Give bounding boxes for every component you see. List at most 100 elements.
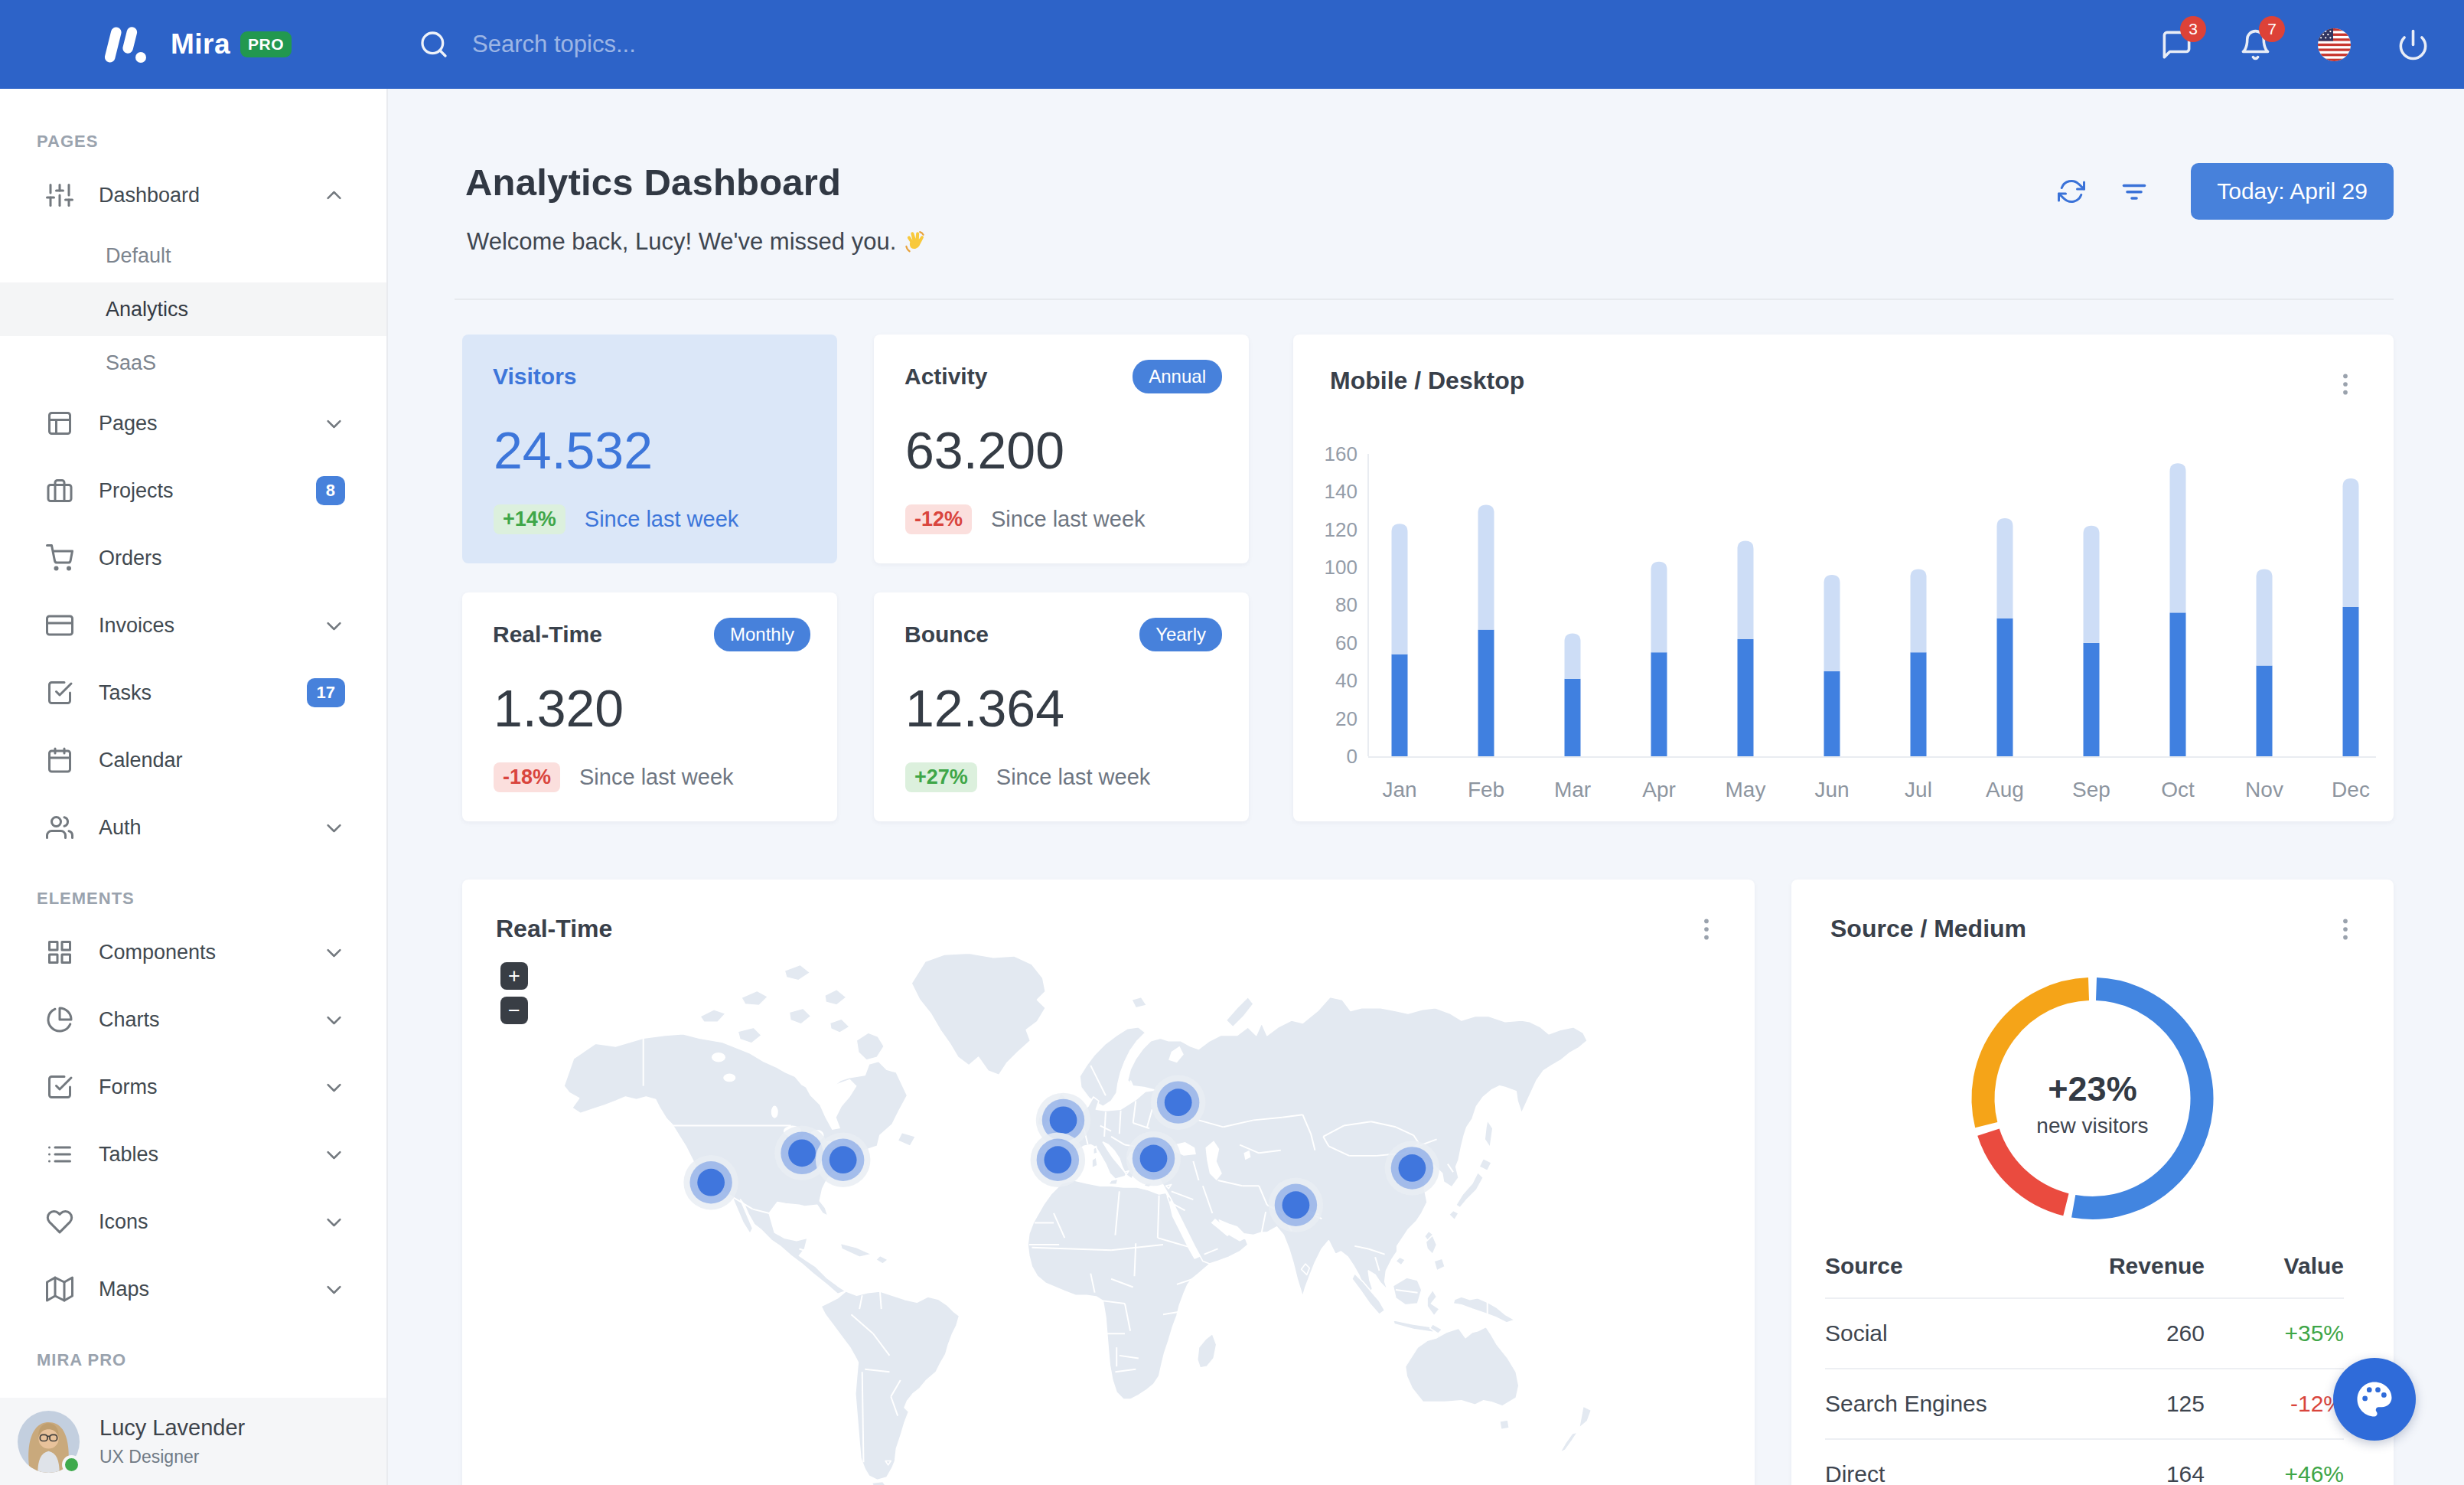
sidebar-item-label: Orders xyxy=(99,547,162,570)
sidebar-item-invoices[interactable]: Invoices xyxy=(0,592,386,659)
bar-chart: 020406080100120140160JanFebMarAprMayJunJ… xyxy=(1293,335,2394,821)
sidebar-item-calendar[interactable]: Calendar xyxy=(0,726,386,794)
logout-button[interactable] xyxy=(2394,21,2432,67)
svg-text:120: 120 xyxy=(1325,518,1357,541)
map-marker-los-angeles[interactable] xyxy=(697,1169,725,1196)
table-row: Direct164+46% xyxy=(1825,1439,2344,1485)
brand[interactable]: Mira PRO xyxy=(102,27,292,63)
map-marker-chicago[interactable] xyxy=(788,1139,816,1167)
map-icon xyxy=(46,1275,73,1303)
stat-note: Since last week xyxy=(579,765,734,790)
user-name: Lucy Lavender xyxy=(99,1415,245,1441)
filter-button[interactable] xyxy=(2117,172,2151,211)
map-zoom-out-button[interactable]: − xyxy=(500,997,528,1024)
sidebar-item-maps[interactable]: Maps xyxy=(0,1255,386,1323)
sidebar-item-label: Components xyxy=(99,941,216,964)
table-row: Social260+35% xyxy=(1825,1298,2344,1369)
brand-pro-badge: PRO xyxy=(240,31,292,57)
sidebar-item-label: Calendar xyxy=(99,749,183,772)
stat-note: Since last week xyxy=(996,765,1151,790)
sidebar: PAGESDashboardDefaultAnalyticsSaaSPagesP… xyxy=(0,89,388,1485)
map-marker-istanbul[interactable] xyxy=(1140,1145,1168,1173)
wave-emoji xyxy=(903,230,927,254)
layout-icon xyxy=(46,410,73,437)
shopping-cart-icon xyxy=(46,544,73,572)
stat-period-pill[interactable]: Yearly xyxy=(1139,618,1222,651)
header-actions: Today: April 29 xyxy=(2055,163,2394,220)
more-vertical-icon xyxy=(1693,910,1719,948)
sidebar-item-label: Charts xyxy=(99,1008,160,1032)
svg-text:0: 0 xyxy=(1347,745,1357,768)
page-subtitle: Welcome back, Lucy! We've missed you. xyxy=(467,228,927,256)
map-marker-london[interactable] xyxy=(1050,1107,1077,1134)
refresh-icon xyxy=(2058,178,2085,205)
svg-text:May: May xyxy=(1726,778,1766,801)
source-table: Source Revenue Value Social260+35%Search… xyxy=(1825,1244,2344,1485)
svg-text:Apr: Apr xyxy=(1642,778,1676,801)
sidebar-item-label: Tasks xyxy=(99,681,152,705)
sidebar-subitem-saas[interactable]: SaaS xyxy=(0,336,386,390)
sidebar-item-tables[interactable]: Tables xyxy=(0,1121,386,1188)
sidebar-subitem-default[interactable]: Default xyxy=(0,229,386,282)
row-source: Search Engines xyxy=(1825,1369,2064,1439)
chevron-down-icon xyxy=(324,413,344,434)
map-marker-madrid[interactable] xyxy=(1044,1146,1071,1173)
sidebar-item-label: Dashboard xyxy=(99,184,200,207)
source-medium-menu-button[interactable] xyxy=(2332,910,2358,948)
sidebar-user[interactable]: Lucy Lavender UX Designer xyxy=(0,1398,386,1485)
map-zoom-in-button[interactable]: + xyxy=(500,962,528,990)
svg-text:Jul: Jul xyxy=(1905,778,1932,801)
stat-card-activity: ActivityAnnual63.200-12%Since last week xyxy=(874,335,1249,563)
donut-svg xyxy=(1791,971,2394,1252)
sidebar-item-orders[interactable]: Orders xyxy=(0,524,386,592)
realtime-map-menu-button[interactable] xyxy=(1693,910,1719,948)
page-title: Analytics Dashboard xyxy=(465,161,841,204)
world-map-svg xyxy=(493,945,1724,1485)
sidebar-subitem-analytics[interactable]: Analytics xyxy=(0,282,386,336)
map-marker-beijing[interactable] xyxy=(1399,1154,1426,1182)
sidebar-item-pages[interactable]: Pages xyxy=(0,390,386,457)
sidebar-item-components[interactable]: Components xyxy=(0,919,386,986)
language-button[interactable] xyxy=(2315,21,2353,67)
sidebar-item-label: Icons xyxy=(99,1210,148,1234)
sidebar-item-icons[interactable]: Icons xyxy=(0,1188,386,1255)
donut-slice-direct[interactable] xyxy=(1988,1132,2065,1205)
sidebar-item-forms[interactable]: Forms xyxy=(0,1053,386,1121)
stat-period-pill[interactable]: Annual xyxy=(1133,360,1222,393)
sidebar-item-dashboard[interactable]: Dashboard xyxy=(0,162,386,229)
today-button[interactable]: Today: April 29 xyxy=(2191,163,2394,220)
credit-card-icon xyxy=(46,612,73,639)
app-root: Mira PRO Search topics... 3 7 xyxy=(0,0,2464,1485)
heart-icon xyxy=(46,1208,73,1235)
row-revenue: 125 xyxy=(2064,1369,2205,1439)
sidebar-item-projects[interactable]: Projects8 xyxy=(0,457,386,524)
pie-chart-icon xyxy=(46,1006,73,1033)
row-revenue: 260 xyxy=(2064,1298,2205,1369)
mira-logo-icon xyxy=(102,27,150,63)
search-input[interactable]: Search topics... xyxy=(472,31,636,58)
stat-card-visitors: Visitors24.532+14%Since last week xyxy=(462,335,837,563)
sidebar-item-charts[interactable]: Charts xyxy=(0,986,386,1053)
map-marker-new-york[interactable] xyxy=(829,1146,857,1173)
theme-settings-fab[interactable] xyxy=(2333,1358,2416,1441)
svg-text:Nov: Nov xyxy=(2245,778,2283,801)
messages-button[interactable]: 3 xyxy=(2157,21,2195,67)
map-marker-delhi[interactable] xyxy=(1283,1191,1310,1219)
refresh-button[interactable] xyxy=(2055,172,2088,211)
sidebar-item-auth[interactable]: Auth xyxy=(0,794,386,861)
notifications-button[interactable]: 7 xyxy=(2236,21,2274,67)
map-zoom-controls: + − xyxy=(500,962,528,1024)
stat-period-pill[interactable]: Monthly xyxy=(714,618,810,651)
svg-text:140: 140 xyxy=(1325,480,1357,503)
sidebar-item-tasks[interactable]: Tasks17 xyxy=(0,659,386,726)
notifications-badge: 7 xyxy=(2259,16,2285,42)
search-box[interactable]: Search topics... xyxy=(419,29,636,60)
check-square-icon xyxy=(46,1073,73,1101)
stat-title: Visitors xyxy=(493,364,807,390)
stat-delta-badge: -18% xyxy=(494,762,560,792)
chevron-up-icon xyxy=(324,185,344,206)
map-marker-moscow[interactable] xyxy=(1165,1088,1192,1116)
donut-center-sublabel: new visitors xyxy=(1791,1114,2394,1138)
mobile-desktop-menu-button[interactable] xyxy=(2332,365,2358,403)
svg-text:40: 40 xyxy=(1335,669,1357,692)
